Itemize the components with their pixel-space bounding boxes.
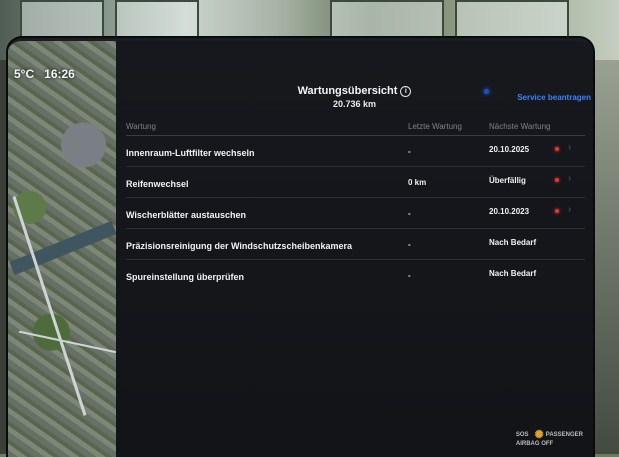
last-service: 0 km (408, 178, 427, 187)
info-icon[interactable]: i (400, 86, 412, 97)
airbag-status-line2: AIRBAG OFF (515, 441, 554, 447)
column-header-last: Letzte Wartung (408, 122, 462, 131)
sos-label: SOS (515, 432, 529, 438)
task-name: Innenraum-Luftfilter wechseln (126, 148, 255, 158)
page-title-text: Wartungsübersicht (297, 85, 398, 97)
maintenance-table: Wartung Letzte Wartung Nächste Wartung I… (126, 115, 585, 290)
last-service: - (408, 271, 411, 280)
map-road (12, 196, 87, 416)
chevron-right-icon: › (568, 173, 572, 184)
table-header: Wartung Letzte Wartung Nächste Wartung (126, 115, 585, 136)
status-footer: SOS ✺ PASSENGER AIRBAG OFF (516, 428, 583, 447)
table-row[interactable]: Spureinstellung überprüfen - Nach Bedarf (126, 260, 585, 290)
clock: 16:26 (44, 67, 75, 81)
request-service-link[interactable]: Service beantragen (517, 93, 591, 102)
next-service: 20.10.2023 (489, 207, 530, 216)
airbag-status-line1: PASSENGER (545, 432, 583, 438)
task-name: Präzisionsreinigung der Windschutzscheib… (126, 241, 352, 251)
next-service: Nach Bedarf (489, 269, 537, 278)
alert-dot-icon (555, 147, 559, 151)
navigation-map[interactable]: 5°C 16:26 (8, 41, 118, 457)
column-header-task: Wartung (126, 122, 156, 131)
temperature-readout: 5°C (14, 67, 35, 81)
touchscreen: 5°C 16:26 Wartungsübersicht i 20.736 km Se… (8, 38, 593, 457)
last-service: - (408, 209, 411, 218)
next-service: 20.10.2025 (489, 145, 530, 154)
map-road (18, 330, 118, 354)
task-name: Reifenwechsel (126, 179, 189, 189)
table-row[interactable]: Innenraum-Luftfilter wechseln - 20.10.20… (126, 136, 585, 167)
table-row[interactable]: Reifenwechsel 0 km Überfällig › (126, 167, 585, 198)
task-name: Wischerblätter austauschen (126, 210, 246, 220)
alert-dot-icon (555, 209, 559, 213)
maintenance-panel: Wartungsübersicht i 20.736 km Service bea… (116, 41, 593, 457)
chevron-right-icon: › (568, 142, 572, 153)
last-service: - (408, 147, 411, 156)
alert-dot-icon (555, 178, 559, 182)
column-header-next: Nächste Wartung (489, 122, 551, 131)
chevron-right-icon: › (568, 204, 572, 215)
status-bar: 5°C 16:26 (14, 67, 85, 81)
task-name: Spureinstellung überprüfen (126, 272, 245, 282)
indicator-dot-icon (484, 89, 489, 94)
table-row[interactable]: Präzisionsreinigung der Windschutzscheib… (126, 229, 585, 260)
table-row[interactable]: Wischerblätter austauschen - 20.10.2023 … (126, 198, 585, 229)
next-service: Nach Bedarf (489, 238, 537, 247)
last-service: - (408, 240, 411, 249)
next-service: Überfällig (489, 176, 526, 185)
airbag-icon: ✺ (534, 429, 544, 441)
